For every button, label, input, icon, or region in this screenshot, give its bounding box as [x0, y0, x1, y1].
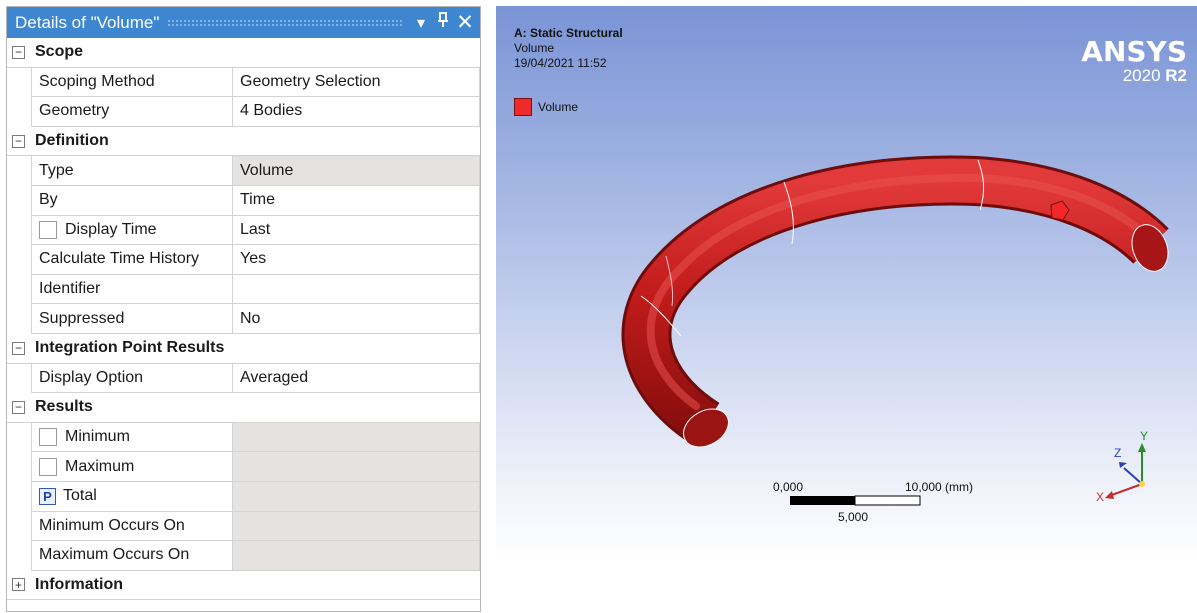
property-value[interactable]: Yes [233, 245, 480, 275]
property-value[interactable]: Time [233, 185, 480, 216]
property-label: Scoping Method [39, 72, 155, 90]
section-label: Results [35, 398, 93, 416]
property-value[interactable]: 4 Bodies [233, 97, 480, 127]
details-titlebar: Details of "Volume" ▾ ✕ [7, 7, 480, 38]
collapse-icon[interactable]: − [12, 400, 25, 414]
property-name-cell: Geometry [31, 97, 233, 127]
property-name-cell: Calculate Time History [31, 245, 233, 275]
property-name-cell: Maximum Occurs On [31, 541, 233, 571]
property-value[interactable] [233, 511, 480, 542]
property-checkbox[interactable] [39, 220, 57, 239]
section-label: Information [35, 575, 123, 593]
property-name-cell: Display Option [31, 363, 233, 394]
collapse-icon[interactable]: − [12, 341, 25, 355]
section-scope[interactable]: − Scope [7, 38, 480, 68]
property-row[interactable]: P Total [7, 481, 480, 512]
property-name-cell: Minimum Occurs On [31, 511, 233, 542]
expand-icon[interactable]: + [12, 578, 25, 592]
property-checkbox[interactable] [39, 457, 57, 476]
property-name-cell: By [31, 185, 233, 216]
property-label: Total [63, 487, 97, 505]
section-information[interactable]: + Information [7, 571, 480, 601]
section-label: Definition [35, 132, 109, 150]
titlebar-grip [167, 18, 404, 27]
property-name-cell: Suppressed [31, 304, 233, 334]
axis-x-label: X [1096, 490, 1105, 504]
property-value[interactable]: Volume [233, 156, 480, 186]
section-label: Integration Point Results [35, 339, 225, 357]
property-name-cell: Minimum [31, 422, 233, 453]
property-row[interactable]: Calculate Time History Yes [7, 245, 480, 275]
section-label: Scope [35, 43, 84, 61]
property-row[interactable]: Maximum [7, 452, 480, 482]
details-grid: − Scope Scoping Method Geometry Selection Ge… [7, 38, 480, 601]
section-results[interactable]: − Results [7, 393, 480, 423]
property-checkbox[interactable] [39, 428, 57, 447]
property-label: Maximum Occurs On [39, 546, 190, 564]
property-row[interactable]: Display Option Averaged [7, 363, 480, 394]
property-row[interactable]: Geometry 4 Bodies [7, 97, 480, 127]
close-icon[interactable]: ✕ [454, 10, 476, 35]
property-name-cell: Identifier [31, 274, 233, 305]
property-value[interactable]: Last [233, 215, 480, 246]
property-label: Suppressed [39, 309, 125, 327]
property-name-cell: Display Time [31, 215, 233, 246]
section-integration-point-results[interactable]: − Integration Point Results [7, 334, 480, 364]
property-value[interactable] [233, 422, 480, 453]
property-label: Identifier [39, 280, 101, 298]
property-label: Minimum Occurs On [39, 516, 185, 534]
property-label: Minimum [65, 428, 130, 446]
property-label: Maximum [65, 457, 135, 475]
details-title: Details of "Volume" [15, 12, 160, 32]
dropdown-icon[interactable]: ▾ [410, 13, 432, 33]
graphics-viewport[interactable]: A: Static Structural Volume 19/04/2021 1… [496, 6, 1197, 558]
property-label: Display Option [39, 368, 144, 386]
property-name-cell: Type [31, 156, 233, 186]
collapse-icon[interactable]: − [12, 134, 25, 148]
pin-icon[interactable] [432, 12, 454, 33]
property-value[interactable]: Geometry Selection [233, 67, 480, 98]
section-definition[interactable]: − Definition [7, 127, 480, 157]
property-value[interactable] [233, 452, 480, 482]
details-panel: Details of "Volume" ▾ ✕ − Scope Scoping Me… [6, 6, 481, 612]
property-row[interactable]: By Time [7, 185, 480, 216]
property-value[interactable] [233, 541, 480, 571]
property-name-cell: Maximum [31, 452, 233, 482]
property-row[interactable]: Scoping Method Geometry Selection [7, 67, 480, 98]
axis-y-label: Y [1140, 429, 1149, 443]
property-label: Type [39, 161, 74, 179]
axis-triad [1105, 443, 1146, 499]
property-value[interactable]: Averaged [233, 363, 480, 394]
property-value[interactable] [233, 481, 480, 512]
property-row[interactable]: Maximum Occurs On [7, 541, 480, 571]
property-row[interactable]: Identifier [7, 274, 480, 305]
property-label: By [39, 191, 58, 209]
property-row[interactable]: Type Volume [7, 156, 480, 186]
property-value[interactable]: No [233, 304, 480, 334]
collapse-icon[interactable]: − [12, 45, 25, 59]
property-name-cell: P Total [31, 481, 233, 512]
parameter-icon[interactable]: P [39, 487, 56, 505]
property-value[interactable] [233, 274, 480, 305]
property-row[interactable]: Display Time Last [7, 215, 480, 246]
viewport-margin [496, 558, 1197, 613]
property-label: Calculate Time History [39, 250, 200, 268]
property-label: Geometry [39, 102, 110, 120]
property-row[interactable]: Suppressed No [7, 304, 480, 334]
property-row[interactable]: Minimum [7, 422, 480, 453]
property-name-cell: Scoping Method [31, 67, 233, 98]
property-label: Display Time [65, 220, 157, 238]
property-row[interactable]: Minimum Occurs On [7, 511, 480, 542]
axis-z-label: Z [1114, 446, 1122, 460]
